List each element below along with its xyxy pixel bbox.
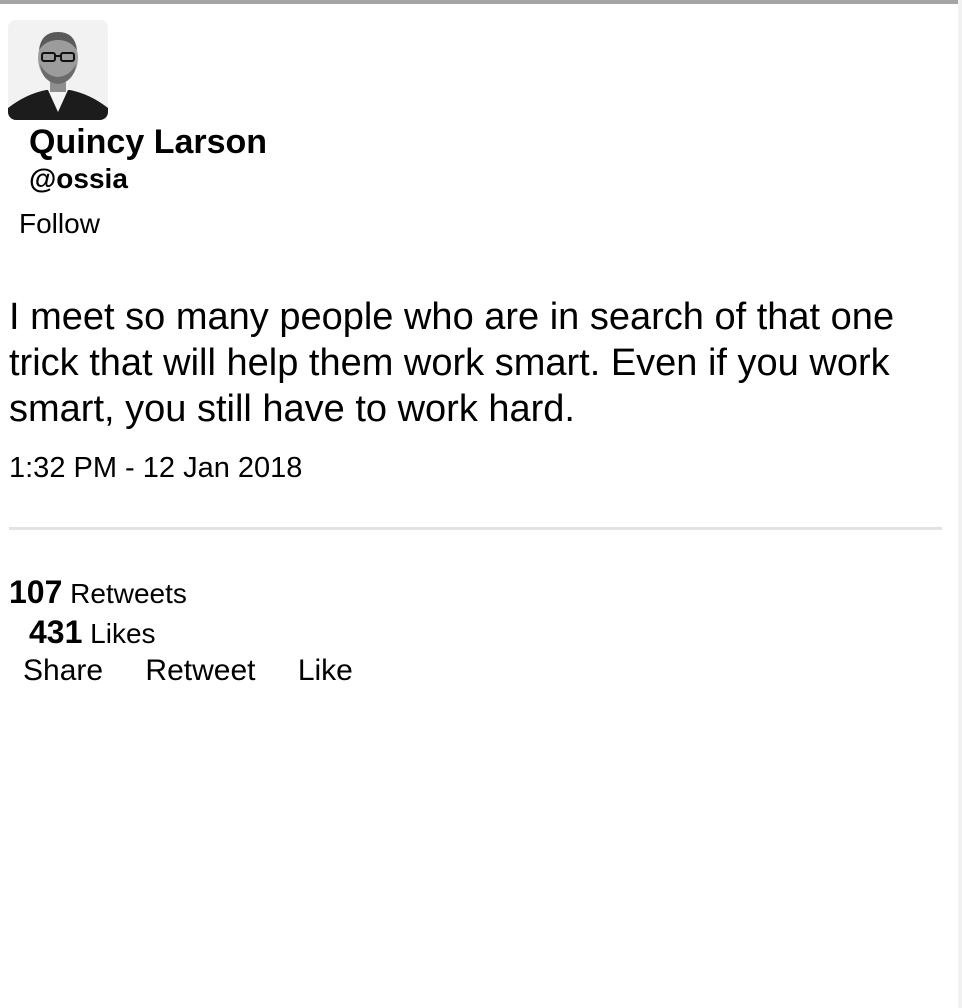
retweets-count: 107 [9,574,63,610]
retweets-stat[interactable]: 107 Retweets [9,575,187,611]
retweets-label: Retweets [70,578,187,609]
top-border [0,0,962,4]
likes-count: 431 [29,614,83,650]
tweet-timestamp[interactable]: 1:32 PM - 12 Jan 2018 [9,450,302,486]
share-button[interactable]: Share [23,653,103,689]
likes-label: Likes [90,618,156,649]
tweet-text: I meet so many people who are in search … [9,296,895,430]
right-scroll-edge [958,0,962,1008]
avatar[interactable] [8,20,108,120]
user-photo-icon [8,20,108,120]
follow-button[interactable]: Follow [19,207,100,241]
divider [9,527,942,530]
tweet-card: Quincy Larson @ossia Follow I meet so ma… [0,0,962,1008]
like-button[interactable]: Like [298,653,353,689]
likes-stat[interactable]: 431 Likes [29,615,156,651]
tweet-actions: Share Retweet Like [23,653,387,689]
display-name[interactable]: Quincy Larson [29,122,267,162]
retweet-button[interactable]: Retweet [145,653,255,689]
user-handle[interactable]: @ossia [29,162,128,196]
